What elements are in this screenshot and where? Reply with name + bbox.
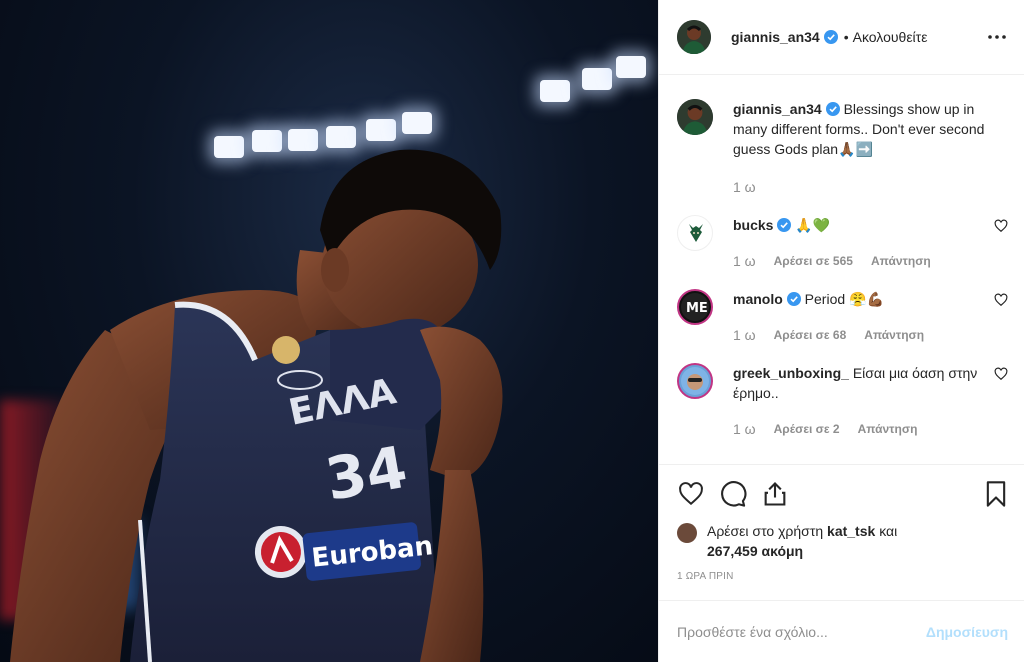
comment-like-heart-icon[interactable] (994, 219, 1008, 233)
following-status-button[interactable]: Ακολουθείτε (853, 29, 928, 45)
liked-by-prefix: Αρέσει στο χρήστη (707, 523, 824, 539)
post-header: giannis_an34 • Ακολουθείτε (659, 0, 1024, 75)
caption-author-avatar[interactable] (677, 99, 713, 135)
comments-list: giannis_an34 Blessings show up in many d… (659, 75, 1024, 464)
separator-dot: • (843, 29, 849, 45)
verified-icon (777, 218, 792, 232)
author-username[interactable]: giannis_an34 (731, 29, 820, 45)
basketball-player-image: ΕΛΛΑ 34 Euroban (10, 149, 503, 662)
posted-time[interactable]: 1 ΩΡΑ ΠΡΙΝ (677, 571, 1008, 582)
post-actions: Αρέσει στο χρήστη kat_tsk και 267,459 ακ… (659, 464, 1024, 582)
liked-by: Αρέσει στο χρήστη kat_tsk και 267,459 ακ… (677, 521, 1008, 561)
comment-time[interactable]: 1 ω (733, 251, 756, 271)
bookmark-icon[interactable] (984, 480, 1008, 508)
comment-time[interactable]: 1 ω (733, 325, 756, 345)
author-avatar[interactable] (677, 20, 711, 54)
instagram-post: ΕΛΛΑ 34 Euroban giannis_an34 • Ακολουθεί… (0, 0, 1024, 662)
liker-avatar[interactable] (677, 523, 697, 543)
post-side-panel: giannis_an34 • Ακολουθείτε giannis_an34 … (658, 0, 1024, 662)
commenter-avatar-bucks[interactable] (677, 215, 713, 251)
comment-username[interactable]: bucks (733, 217, 773, 233)
comment-text: Period 😤💪🏾 (804, 291, 884, 307)
liked-by-and: και (879, 523, 898, 539)
more-icon (988, 35, 1006, 39)
post-caption: giannis_an34 Blessings show up in many d… (677, 99, 1008, 195)
comment-text: 🙏💚 (795, 217, 831, 233)
comment-like-heart-icon[interactable] (994, 367, 1008, 381)
share-icon[interactable] (761, 480, 789, 508)
comment-item: greek_unboxing_ Είσαι μια όαση στην έρημ… (677, 363, 1008, 439)
comment-username[interactable]: manolo (733, 291, 783, 307)
comment-item: ME manolo Period 😤💪🏾 1 ω Αρέσει σε 68 Απ… (677, 289, 1008, 345)
reply-button[interactable]: Απάντηση (864, 325, 924, 345)
reply-button[interactable]: Απάντηση (871, 251, 931, 271)
comment-time[interactable]: 1 ω (733, 419, 756, 439)
more-options-button[interactable] (986, 26, 1008, 48)
likes-count[interactable]: 267,459 ακόμη (707, 543, 803, 559)
comment-item: bucks 🙏💚 1 ω Αρέσει σε 565 Απάντηση (677, 215, 1008, 271)
comment-likes[interactable]: Αρέσει σε 2 (774, 419, 840, 439)
comment-icon[interactable] (719, 480, 747, 508)
publish-button[interactable]: Δημοσίευση (926, 624, 1008, 640)
commenter-avatar-greek-unboxing[interactable] (677, 363, 713, 399)
comment-like-heart-icon[interactable] (994, 293, 1008, 307)
commenter-avatar-manolo[interactable]: ME (677, 289, 713, 325)
reply-button[interactable]: Απάντηση (858, 419, 918, 439)
verified-icon (823, 30, 838, 44)
liked-by-user[interactable]: kat_tsk (827, 523, 875, 539)
comment-likes[interactable]: Αρέσει σε 68 (774, 325, 847, 345)
comment-input[interactable] (677, 623, 926, 640)
post-photo[interactable]: ΕΛΛΑ 34 Euroban (0, 0, 658, 662)
heart-icon[interactable] (677, 481, 705, 507)
svg-text:34: 34 (321, 433, 412, 514)
caption-time[interactable]: 1 ω (733, 179, 756, 195)
comment-likes[interactable]: Αρέσει σε 565 (774, 251, 853, 271)
caption-username[interactable]: giannis_an34 (733, 101, 822, 117)
verified-icon (825, 102, 840, 116)
svg-text:ME: ME (686, 301, 708, 316)
verified-icon (786, 292, 801, 306)
add-comment-bar: Δημοσίευση (659, 600, 1024, 662)
comment-username[interactable]: greek_unboxing_ (733, 365, 849, 381)
